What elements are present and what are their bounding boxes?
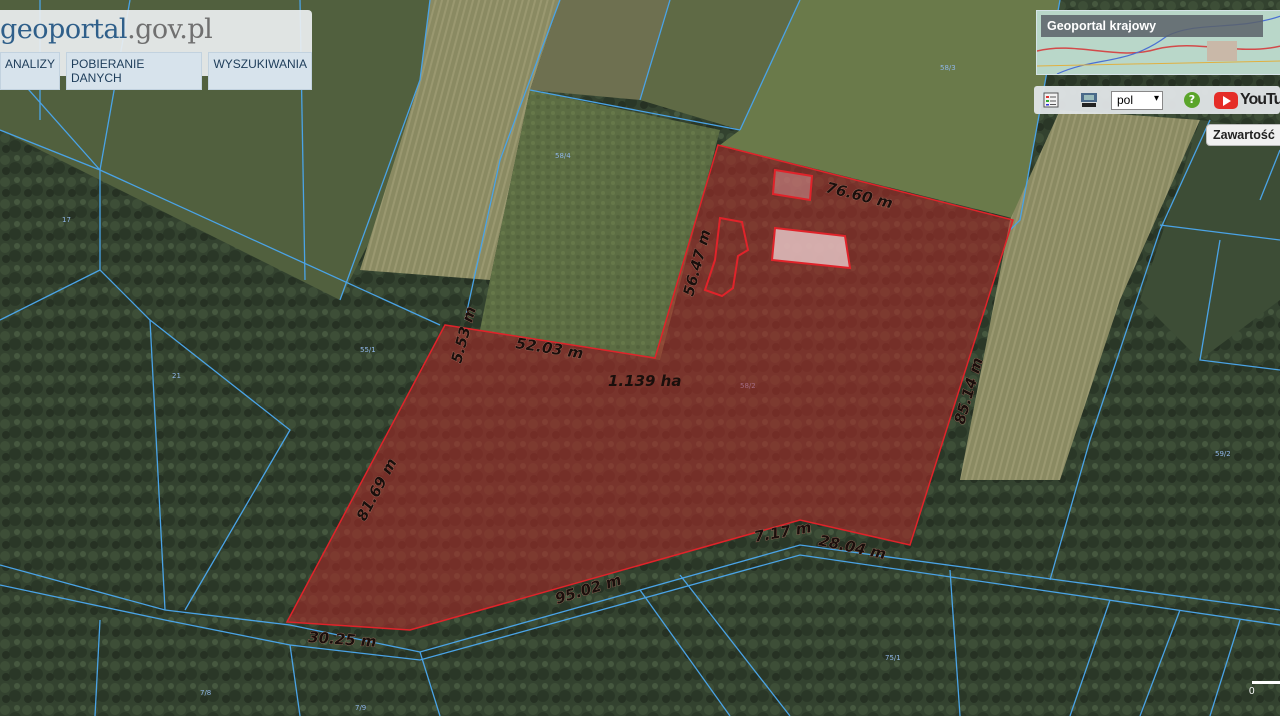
menu-wyszukiwania[interactable]: WYSZUKIWANIA bbox=[208, 52, 312, 90]
svg-text:55/1: 55/1 bbox=[360, 346, 376, 354]
menu-analizy[interactable]: ANALIZY bbox=[0, 52, 61, 90]
language-select[interactable]: pol ▾ bbox=[1111, 91, 1163, 110]
main-menu: ANALIZY POBIERANIE DANYCH WYSZUKIWANIA bbox=[0, 52, 312, 90]
svg-text:21: 21 bbox=[172, 372, 181, 380]
scale-bar bbox=[1252, 681, 1280, 684]
youtube-label: YouTube bbox=[1240, 91, 1280, 108]
logo-part-domain: .gov.pl bbox=[127, 14, 213, 45]
svg-text:75/1: 75/1 bbox=[885, 654, 901, 662]
legend-icon[interactable] bbox=[1043, 92, 1059, 108]
svg-text:17: 17 bbox=[62, 216, 71, 224]
geoportal-krajowy-title: Geoportal krajowy bbox=[1041, 15, 1263, 37]
chevron-down-icon: ▾ bbox=[1153, 93, 1159, 104]
scale-label: 0 bbox=[1249, 686, 1255, 697]
language-value: pol bbox=[1117, 93, 1134, 107]
geoportal-krajowy-link[interactable]: Geoportal krajowy bbox=[1036, 10, 1280, 75]
logo-part-portal: portal bbox=[48, 14, 128, 45]
contents-button[interactable]: Zawartość bbox=[1206, 124, 1280, 146]
logo-part-geo: geo bbox=[0, 14, 49, 45]
svg-text:58/3: 58/3 bbox=[940, 64, 956, 72]
logo-panel: geoportal.gov.pl ANALIZY POBIERANIE DANY… bbox=[0, 10, 312, 90]
building-small bbox=[771, 168, 814, 202]
svg-text:7/8: 7/8 bbox=[200, 689, 211, 697]
svg-text:58/4: 58/4 bbox=[555, 152, 571, 160]
wms-icon[interactable] bbox=[1080, 92, 1098, 108]
help-icon[interactable]: ? bbox=[1184, 92, 1200, 108]
svg-text:59/2: 59/2 bbox=[1215, 450, 1231, 458]
area-label: 1.139 ha bbox=[608, 372, 681, 390]
svg-text:7/9: 7/9 bbox=[355, 704, 366, 712]
toolbar: pol ▾ ? YouTube bbox=[1034, 86, 1280, 114]
youtube-icon bbox=[1214, 92, 1238, 109]
geoportal-logo[interactable]: geoportal.gov.pl bbox=[0, 14, 213, 45]
menu-pobieranie-danych[interactable]: POBIERANIE DANYCH bbox=[66, 52, 203, 90]
